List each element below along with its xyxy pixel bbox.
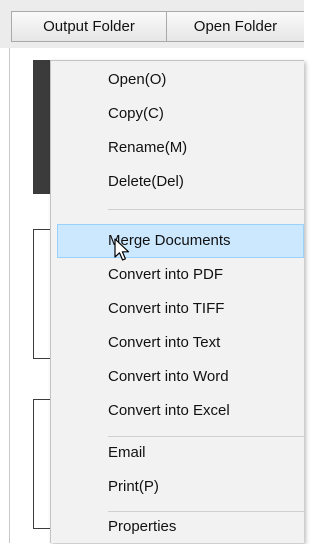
output-folder-button[interactable]: Output Folder (11, 11, 167, 42)
menu-item-convert-tiff[interactable]: Convert into TIFF (57, 292, 304, 326)
menu-item-properties[interactable]: Properties (57, 510, 304, 544)
mouse-pointer-icon (114, 238, 130, 261)
menu-item-convert-text[interactable]: Convert into Text (57, 326, 304, 360)
menu-item-convert-pdf[interactable]: Convert into PDF (57, 258, 304, 292)
context-menu: Open(O) Copy(C) Rename(M) Delete(Del) Me… (50, 60, 304, 543)
open-folder-button[interactable]: Open Folder (166, 11, 304, 42)
menu-separator (108, 209, 304, 210)
menu-item-merge-documents[interactable]: Merge Documents (57, 224, 304, 258)
menu-item-email[interactable]: Email (57, 436, 304, 470)
menu-item-rename[interactable]: Rename(M) (57, 131, 304, 165)
menu-item-open[interactable]: Open(O) (57, 63, 304, 97)
menu-item-convert-excel[interactable]: Convert into Excel (57, 394, 304, 428)
toolbar: Output Folder Open Folder (0, 0, 304, 48)
menu-item-convert-word[interactable]: Convert into Word (57, 360, 304, 394)
menu-item-print[interactable]: Print(P) (57, 470, 304, 504)
canvas-left-border (9, 48, 10, 543)
menu-item-delete[interactable]: Delete(Del) (57, 165, 304, 199)
menu-item-copy[interactable]: Copy(C) (57, 97, 304, 131)
